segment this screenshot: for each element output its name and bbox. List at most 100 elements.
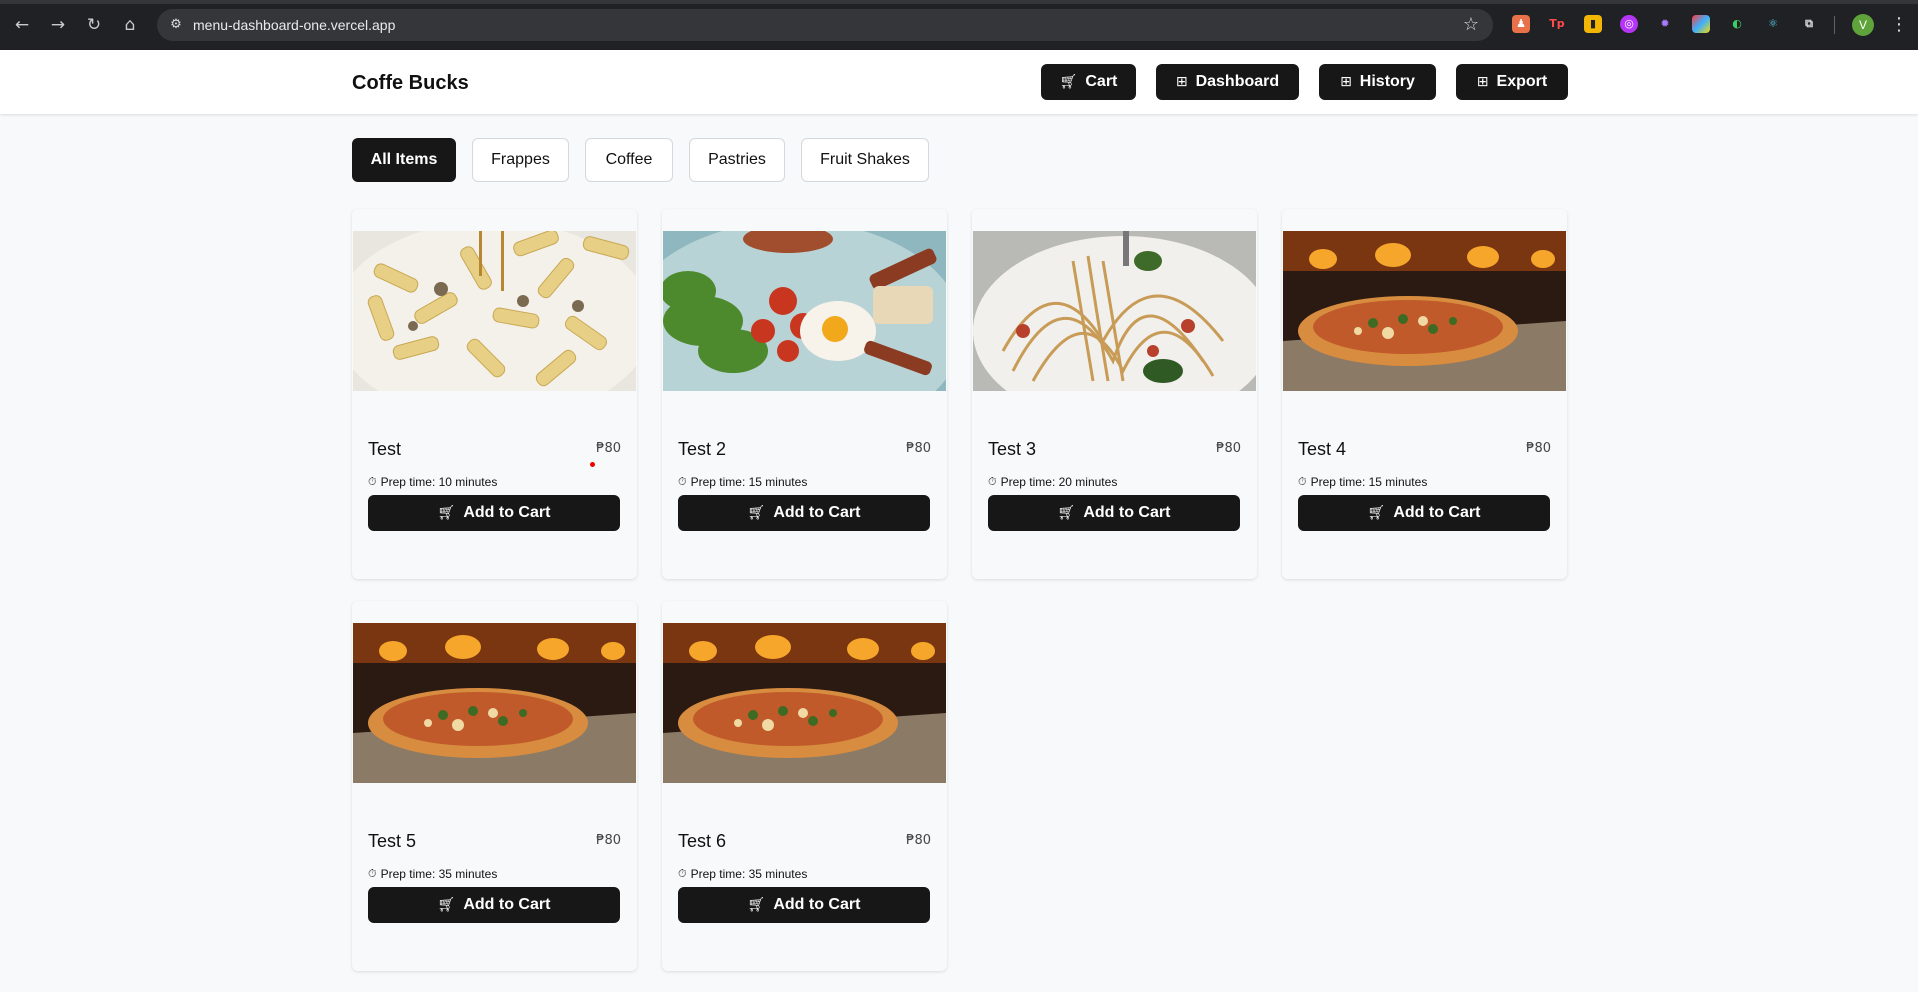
prep-time: ⏱ Prep time: 15 minutes <box>678 475 807 489</box>
filter-all-items[interactable]: All Items <box>352 138 456 182</box>
product-card: Test ₱80 ⏱ Prep time: 10 minutes 🛒︎ Add … <box>352 209 637 579</box>
grid-icon: ⊞ <box>1340 74 1352 90</box>
bookmark-star-icon[interactable]: ☆ <box>1463 14 1479 36</box>
brand-title[interactable]: Coffe Bucks <box>352 72 469 95</box>
product-image-spaghetti <box>973 231 1256 391</box>
filter-coffee[interactable]: Coffee <box>585 138 673 182</box>
site-info-icon[interactable]: ⚙ <box>167 16 185 34</box>
product-price: ₱80 <box>1526 441 1551 456</box>
product-card: Test 3 ₱80 ⏱ Prep time: 20 minutes 🛒︎ Ad… <box>972 209 1257 579</box>
product-name: Test 6 <box>678 831 727 851</box>
extension-icon-5[interactable]: ✹ <box>1656 15 1674 33</box>
cart-icon: 🛒︎ <box>747 897 766 913</box>
extension-icon-7[interactable]: ◐ <box>1728 15 1746 33</box>
history-button[interactable]: ⊞ History <box>1319 64 1436 100</box>
export-button-label: Export <box>1496 73 1548 90</box>
export-button[interactable]: ⊞ Export <box>1456 64 1568 100</box>
add-to-cart-label: Add to Cart <box>1083 504 1171 521</box>
extension-icon-1[interactable]: ♟ <box>1512 15 1530 33</box>
add-to-cart-label: Add to Cart <box>773 896 861 913</box>
timer-icon: ⏱ <box>1298 475 1307 488</box>
browser-menu-icon[interactable]: ⋮ <box>1890 12 1908 38</box>
product-price: ₱80 <box>1216 441 1241 456</box>
product-price: ₱80 <box>596 833 621 848</box>
add-to-cart-button[interactable]: 🛒︎ Add to Cart <box>678 495 930 531</box>
browser-toolbar: ← → ↻ ⌂ ⚙ menu-dashboard-one.vercel.app … <box>0 0 1918 50</box>
dashboard-button-label: Dashboard <box>1195 73 1280 90</box>
grid-icon: ⊞ <box>1175 74 1188 90</box>
product-name: Test <box>368 439 402 459</box>
product-image-pizza <box>1283 231 1566 391</box>
home-icon[interactable]: ⌂ <box>118 13 142 37</box>
extension-icon-8[interactable]: ⚛ <box>1764 15 1782 33</box>
app-header: Coffe Bucks 🛒︎ Cart ⊞ Dashboard ⊞ Histor… <box>0 50 1918 114</box>
prep-time: ⏱ Prep time: 10 minutes <box>368 475 497 489</box>
prep-time-label: Prep time: 10 minutes <box>380 475 498 489</box>
prep-time: ⏱ Prep time: 35 minutes <box>678 867 807 881</box>
prep-time: ⏱ Prep time: 20 minutes <box>988 475 1117 489</box>
prep-time-label: Prep time: 35 minutes <box>380 867 498 881</box>
url-text[interactable]: menu-dashboard-one.vercel.app <box>193 17 395 33</box>
reload-icon[interactable]: ↻ <box>82 13 106 37</box>
add-to-cart-button[interactable]: 🛒︎ Add to Cart <box>988 495 1240 531</box>
timer-icon: ⏱ <box>678 867 687 880</box>
cart-icon: 🛒︎ <box>1367 505 1386 521</box>
extension-icon-3[interactable]: ▮ <box>1584 15 1602 33</box>
timer-icon: ⏱ <box>368 867 377 880</box>
address-bar[interactable]: ⚙ menu-dashboard-one.vercel.app ☆ <box>157 9 1493 41</box>
cart-button[interactable]: 🛒︎ Cart <box>1041 64 1136 100</box>
product-name: Test 4 <box>1298 439 1347 459</box>
prep-time-label: Prep time: 15 minutes <box>1310 475 1428 489</box>
cart-icon: 🛒︎ <box>1059 74 1078 90</box>
prep-time-label: Prep time: 35 minutes <box>690 867 808 881</box>
timer-icon: ⏱ <box>678 475 687 488</box>
product-image-breakfast-plate <box>663 231 946 391</box>
cursor-indicator <box>590 462 595 467</box>
prep-time-label: Prep time: 15 minutes <box>690 475 808 489</box>
product-card: Test 5 ₱80 ⏱ Prep time: 35 minutes 🛒︎ Ad… <box>352 601 637 971</box>
puzzle-icon[interactable]: ⧉ <box>1800 15 1818 33</box>
filter-fruit-shakes[interactable]: Fruit Shakes <box>801 138 929 182</box>
add-to-cart-button[interactable]: 🛒︎ Add to Cart <box>1298 495 1550 531</box>
profile-avatar[interactable]: V <box>1852 14 1874 36</box>
filter-frappes[interactable]: Frappes <box>472 138 569 182</box>
product-image-penne-pasta <box>353 231 636 391</box>
add-to-cart-button[interactable]: 🛒︎ Add to Cart <box>678 887 930 923</box>
tab-strip <box>0 0 1918 4</box>
add-to-cart-label: Add to Cart <box>1393 504 1481 521</box>
cart-icon: 🛒︎ <box>437 897 456 913</box>
product-name: Test 3 <box>988 439 1037 459</box>
timer-icon: ⏱ <box>988 475 997 488</box>
back-icon[interactable]: ← <box>10 13 34 37</box>
filter-pastries[interactable]: Pastries <box>689 138 785 182</box>
cart-icon: 🛒︎ <box>747 505 766 521</box>
product-name: Test 5 <box>368 831 417 851</box>
forward-icon[interactable]: → <box>46 13 70 37</box>
grid-icon: ⊞ <box>1476 74 1489 90</box>
product-price: ₱80 <box>906 833 931 848</box>
product-price: ₱80 <box>596 441 621 456</box>
add-to-cart-label: Add to Cart <box>463 896 551 913</box>
product-image-pizza <box>353 623 636 783</box>
add-to-cart-button[interactable]: 🛒︎ Add to Cart <box>368 887 620 923</box>
cart-icon: 🛒︎ <box>437 505 456 521</box>
extension-icon-6[interactable] <box>1692 15 1710 33</box>
history-button-label: History <box>1359 73 1415 90</box>
product-card: Test 2 ₱80 ⏱ Prep time: 15 minutes 🛒︎ Ad… <box>662 209 947 579</box>
toolbar-divider <box>1834 16 1835 34</box>
prep-time: ⏱ Prep time: 15 minutes <box>1298 475 1427 489</box>
product-name: Test 2 <box>678 439 727 459</box>
dashboard-button[interactable]: ⊞ Dashboard <box>1156 64 1299 100</box>
product-image-pizza <box>663 623 946 783</box>
prep-time: ⏱ Prep time: 35 minutes <box>368 867 497 881</box>
timer-icon: ⏱ <box>368 475 377 488</box>
cart-icon: 🛒︎ <box>1057 505 1076 521</box>
cart-button-label: Cart <box>1085 73 1118 90</box>
product-price: ₱80 <box>906 441 931 456</box>
prep-time-label: Prep time: 20 minutes <box>1000 475 1118 489</box>
extension-icon-2[interactable]: Tp <box>1548 15 1566 33</box>
extension-icon-4[interactable]: ◎ <box>1620 15 1638 33</box>
product-card: Test 4 ₱80 ⏱ Prep time: 15 minutes 🛒︎ Ad… <box>1282 209 1567 579</box>
add-to-cart-label: Add to Cart <box>463 504 551 521</box>
add-to-cart-button[interactable]: 🛒︎ Add to Cart <box>368 495 620 531</box>
